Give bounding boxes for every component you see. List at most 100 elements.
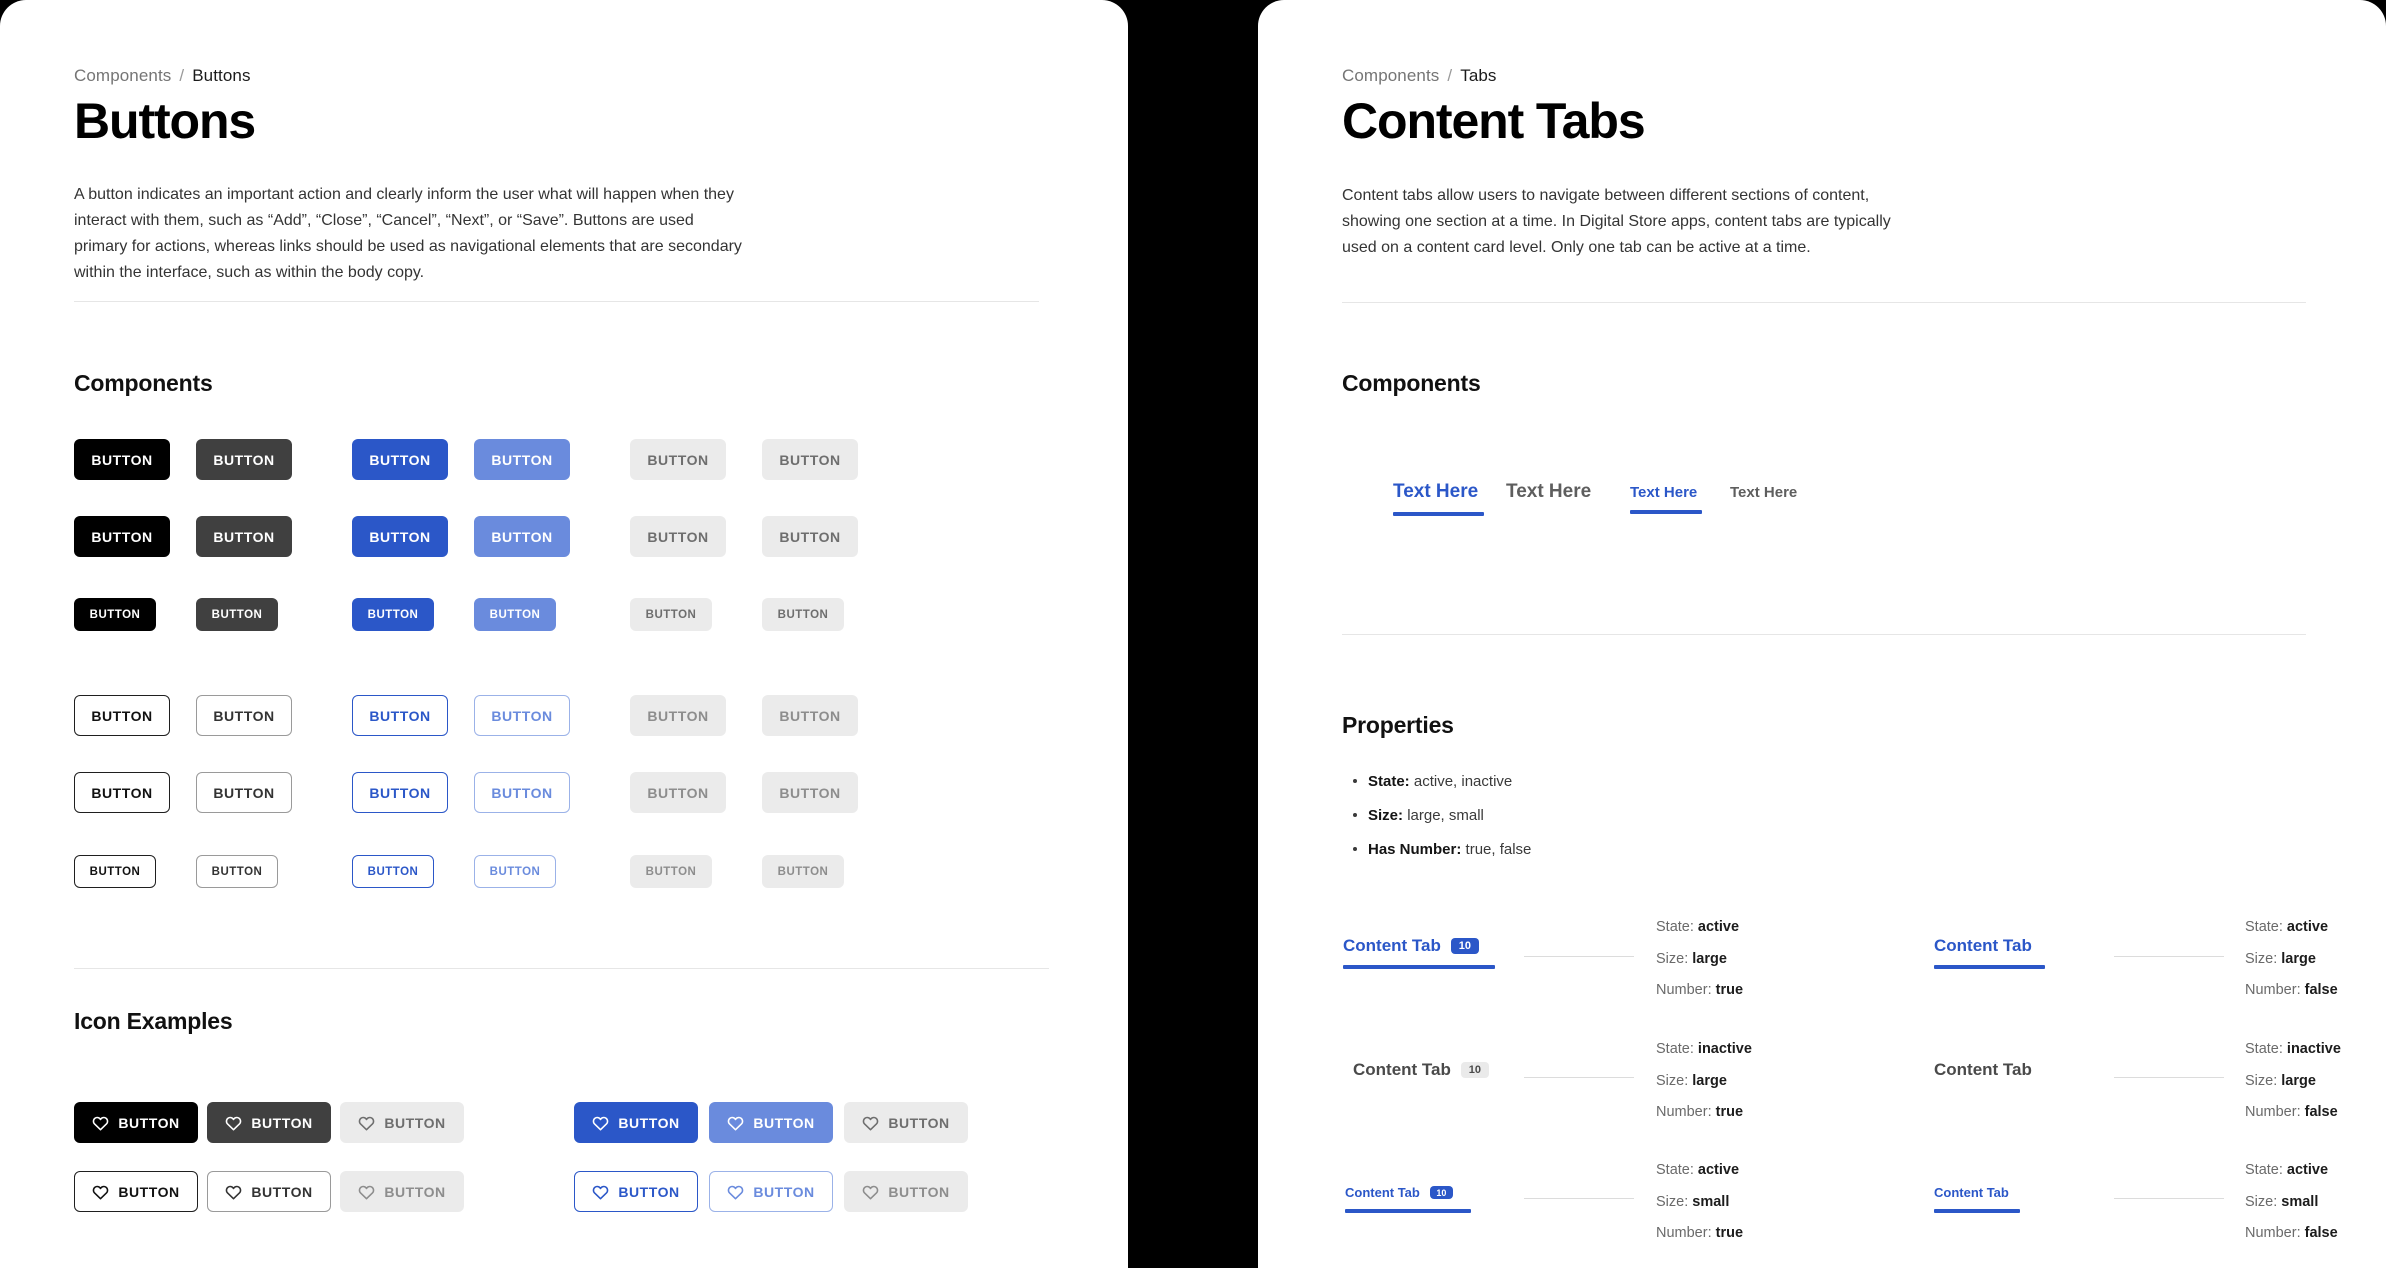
button-solid-blue-medium[interactable]: BUTTON xyxy=(352,516,448,557)
connector-line xyxy=(1524,1198,1634,1199)
button-label: BUTTON xyxy=(491,528,553,545)
button-label: BUTTON xyxy=(384,1114,446,1131)
content-tab-active-small-no-number[interactable]: Content Tab xyxy=(1934,1185,2020,1213)
content-tab-specs-5: State: inactive Size: large Number: fals… xyxy=(2245,1042,2341,1137)
spec-label: Number: xyxy=(2245,982,2301,998)
heart-icon xyxy=(92,1184,109,1200)
button-outline-blue-light-medium[interactable]: BUTTON xyxy=(474,772,570,813)
bullet-icon xyxy=(1353,813,1357,818)
content-tab-badge: 10 xyxy=(1460,1062,1489,1078)
property-values: active, inactive xyxy=(1413,773,1513,790)
tab-text-here-inactive-small[interactable]: Text Here xyxy=(1730,484,1797,501)
button-solid-blue-large[interactable]: BUTTON xyxy=(352,439,448,480)
spec-number: Number: false xyxy=(2245,983,2338,998)
spec-size: Size: large xyxy=(2245,950,2338,967)
property-item-has-number: Has Number: true, false xyxy=(1353,842,1531,857)
icon-button-solid-dark[interactable]: BUTTON xyxy=(207,1102,331,1143)
button-outline-dark-medium[interactable]: BUTTON xyxy=(196,772,292,813)
button-outline-blue-small[interactable]: BUTTON xyxy=(352,855,434,888)
icon-button-outline-disabled-1: BUTTON xyxy=(340,1171,464,1212)
button-label: BUTTON xyxy=(779,451,841,468)
spec-state: State: inactive xyxy=(1656,1042,1752,1057)
button-outline-black-small[interactable]: BUTTON xyxy=(74,855,156,888)
tab-label: Text Here xyxy=(1506,481,1592,502)
icon-button-outline-dark[interactable]: BUTTON xyxy=(207,1171,331,1212)
tab-text-here-inactive-large[interactable]: Text Here xyxy=(1506,481,1591,503)
button-label: BUTTON xyxy=(777,608,829,621)
content-tab-active-large-number[interactable]: Content Tab 10 xyxy=(1343,936,1495,969)
bullet-icon xyxy=(1353,847,1357,852)
spec-value: active xyxy=(1697,1162,1740,1178)
button-outline-black-medium[interactable]: BUTTON xyxy=(74,772,170,813)
page-intro: Content tabs allow users to navigate bet… xyxy=(1342,187,1891,256)
spec-value: inactive xyxy=(1697,1041,1752,1057)
spec-label: State: xyxy=(1656,919,1694,935)
button-outline-black-large[interactable]: BUTTON xyxy=(74,695,170,736)
content-tab-active-large-no-number[interactable]: Content Tab xyxy=(1934,936,2045,969)
button-label: BUTTON xyxy=(251,1114,313,1131)
button-solid-blue-small[interactable]: BUTTON xyxy=(352,598,434,631)
spec-label: Number: xyxy=(1656,982,1712,998)
heart-icon xyxy=(358,1115,375,1131)
heart-icon xyxy=(225,1184,242,1200)
icon-button-outline-blue-light[interactable]: BUTTON xyxy=(709,1171,833,1212)
heart-icon xyxy=(862,1184,879,1200)
button-solid-black-medium[interactable]: BUTTON xyxy=(74,516,170,557)
icon-button-solid-blue[interactable]: BUTTON xyxy=(574,1102,698,1143)
button-solid-blue-light-small[interactable]: BUTTON xyxy=(474,598,556,631)
components-divider xyxy=(1342,634,2306,635)
spec-value: true xyxy=(1715,982,1744,998)
button-label: BUTTON xyxy=(779,784,841,801)
spec-label: Size: xyxy=(1656,1193,1689,1210)
spec-label: Size: xyxy=(2245,950,2278,967)
button-outline-blue-light-small[interactable]: BUTTON xyxy=(474,855,556,888)
content-tab-active-small-number[interactable]: Content Tab 10 xyxy=(1345,1185,1471,1213)
button-outline-disabled-medium-1: BUTTON xyxy=(630,772,726,813)
button-label: BUTTON xyxy=(213,451,275,468)
breadcrumb-root[interactable]: Components xyxy=(1342,66,1439,85)
button-solid-black-large[interactable]: BUTTON xyxy=(74,439,170,480)
spec-label: State: xyxy=(1656,1162,1694,1178)
property-values: true, false xyxy=(1465,841,1532,858)
button-outline-disabled-small-2: BUTTON xyxy=(762,855,844,888)
content-tab-inactive-large-no-number[interactable]: Content Tab xyxy=(1934,1060,2045,1080)
tab-text-here-active-small[interactable]: Text Here xyxy=(1630,484,1702,514)
icon-button-solid-black[interactable]: BUTTON xyxy=(74,1102,198,1143)
content-tab-specs-6: State: active Size: small Number: false xyxy=(2245,1163,2338,1258)
button-label: BUTTON xyxy=(118,1183,180,1200)
property-item-state: State: active, inactive xyxy=(1353,774,1531,789)
tab-label: Text Here xyxy=(1630,484,1698,501)
button-solid-blue-light-medium[interactable]: BUTTON xyxy=(474,516,570,557)
breadcrumb: Components / Tabs xyxy=(1342,66,1497,86)
heart-icon xyxy=(225,1115,242,1131)
button-outline-dark-small[interactable]: BUTTON xyxy=(196,855,278,888)
button-outline-blue-large[interactable]: BUTTON xyxy=(352,695,448,736)
button-label: BUTTON xyxy=(89,865,141,878)
content-tab-specs-2: State: inactive Size: large Number: true xyxy=(1656,1042,1752,1137)
content-tab-label: Content Tab xyxy=(1934,1060,2032,1079)
button-solid-dark-medium[interactable]: BUTTON xyxy=(196,516,292,557)
content-tab-label: Content Tab xyxy=(1353,1060,1451,1079)
button-label: BUTTON xyxy=(489,608,541,621)
icon-button-outline-blue[interactable]: BUTTON xyxy=(574,1171,698,1212)
icon-button-solid-disabled-1: BUTTON xyxy=(340,1102,464,1143)
icon-button-outline-black[interactable]: BUTTON xyxy=(74,1171,198,1212)
button-solid-blue-light-large[interactable]: BUTTON xyxy=(474,439,570,480)
spec-size: Size: large xyxy=(1656,951,1743,967)
tabs-panel: Components / Tabs Content Tabs Content tab… xyxy=(1258,0,2386,1268)
spec-value: large xyxy=(2281,950,2316,967)
spec-value: active xyxy=(2286,1162,2329,1178)
icon-button-solid-blue-light[interactable]: BUTTON xyxy=(709,1102,833,1143)
button-outline-blue-light-large[interactable]: BUTTON xyxy=(474,695,570,736)
button-solid-black-small[interactable]: BUTTON xyxy=(74,598,156,631)
button-outline-blue-medium[interactable]: BUTTON xyxy=(352,772,448,813)
header-divider xyxy=(1342,302,2306,303)
breadcrumb-root[interactable]: Components xyxy=(74,66,171,85)
button-solid-disabled-large-1: BUTTON xyxy=(630,439,726,480)
button-outline-dark-large[interactable]: BUTTON xyxy=(196,695,292,736)
button-solid-dark-large[interactable]: BUTTON xyxy=(196,439,292,480)
content-tab-inactive-large-number[interactable]: Content Tab 10 xyxy=(1353,1060,1505,1080)
button-solid-dark-small[interactable]: BUTTON xyxy=(196,598,278,631)
tab-text-here-active-large[interactable]: Text Here xyxy=(1393,481,1484,516)
button-solid-disabled-medium-1: BUTTON xyxy=(630,516,726,557)
